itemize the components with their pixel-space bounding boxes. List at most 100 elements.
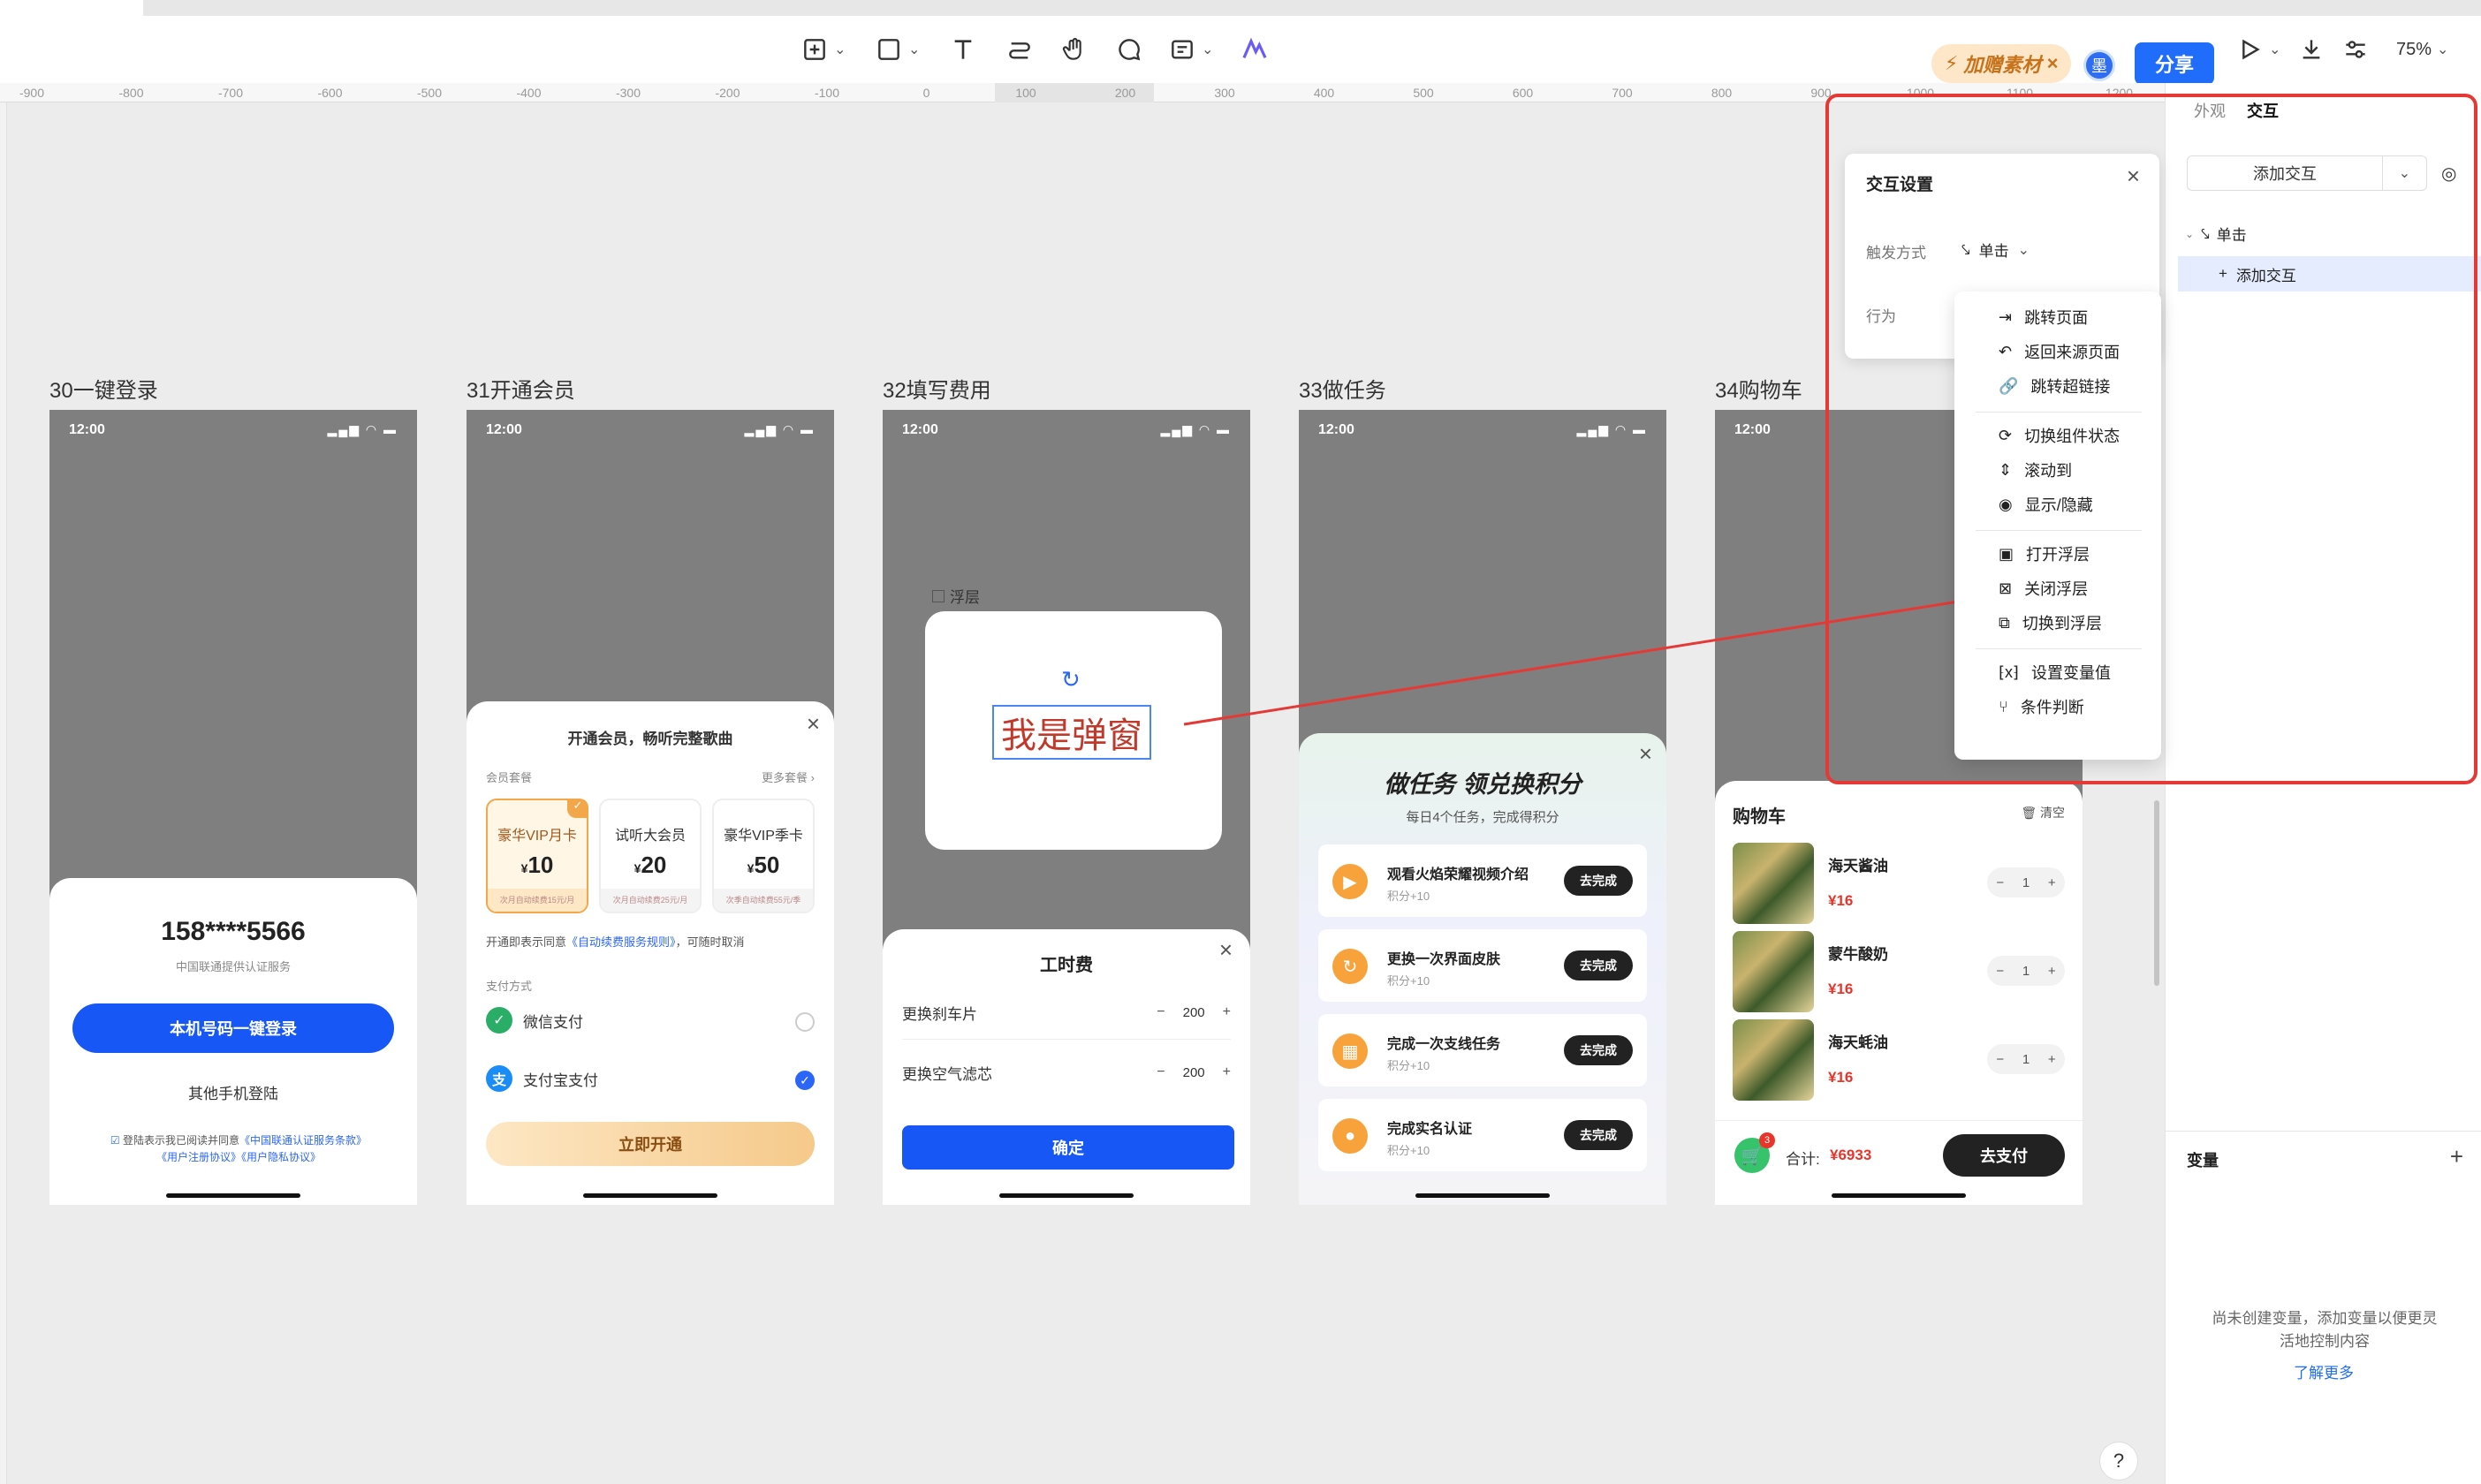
chevron-down-icon: ⌄	[2437, 42, 2449, 57]
task-item: ↻ 更换一次界面皮肤 积分+10 去完成	[1318, 929, 1647, 1002]
frame-32-fee[interactable]: 12:00 ▂▄▆ ◠ ▬ 浮层 ↻ 我是弹窗 工时费 × 更换刹车片 −200…	[883, 410, 1250, 1205]
task-item: ● 完成实名认证 积分+10 去完成	[1318, 1099, 1647, 1171]
cart-item: 海天蚝油 ¥16−1 +	[1733, 1019, 2065, 1101]
agreement-text: ☑ 登陆表示我已阅读并同意《中国联通认证服务条款》 《用户注册协议》《用户隐私协…	[110, 1134, 368, 1163]
refresh-icon: ↻	[1061, 666, 1081, 693]
selected-check-icon: ✓	[567, 799, 588, 818]
auth-provider: 中国联通提供认证服务	[175, 960, 291, 973]
popup-text-selected[interactable]: 我是弹窗	[992, 705, 1151, 760]
open-now-button[interactable]: 立即开通	[486, 1122, 815, 1166]
product-image	[1733, 1019, 1814, 1101]
quantity-stepper[interactable]: −200 +	[1157, 1004, 1231, 1020]
quantity-stepper[interactable]: −1 +	[1987, 1044, 2065, 1074]
plus-icon[interactable]: +	[1223, 1004, 1231, 1020]
chevron-down-icon: ⌄	[2269, 42, 2281, 57]
vip-card-quarterly[interactable]: 豪华VIP季卡 ¥50 次季自动续费55元/季	[712, 799, 815, 913]
download-button[interactable]	[2297, 34, 2325, 65]
frame-title-34[interactable]: 34购物车	[1715, 373, 1802, 404]
bonus-material-badge[interactable]: ⚡ 加赠素材 ×	[1931, 44, 2071, 83]
status-time: 12:00	[486, 422, 522, 437]
settings-button[interactable]	[2341, 34, 2370, 65]
calendar-icon: ▦	[1332, 1034, 1368, 1069]
status-icons: ▂▄▆ ◠ ▬	[1160, 422, 1231, 436]
status-time: 12:00	[69, 422, 105, 437]
alipay-radio[interactable]: ✓	[795, 1071, 815, 1090]
rectangle-icon	[878, 39, 899, 60]
canvas-scrollbar[interactable]	[2154, 800, 2159, 986]
one-click-login-button[interactable]: 本机号码一键登录	[72, 1003, 394, 1053]
pay-button[interactable]: 去支付	[1943, 1134, 2065, 1177]
auto-renew-rules-link[interactable]: 《自动续费服务规则》	[566, 935, 676, 949]
learn-more-link[interactable]: 了解更多	[2166, 1360, 2481, 1382]
quantity-stepper[interactable]: −200 +	[1157, 1064, 1231, 1080]
frame-title-33[interactable]: 33做任务	[1299, 373, 1386, 404]
close-icon[interactable]: ×	[807, 710, 820, 738]
refresh-icon: ↻	[1332, 949, 1368, 984]
vip-card-trial[interactable]: 试听大会员 ¥20 次月自动续费25元/月	[599, 799, 702, 913]
preview-button[interactable]: ⌄	[2235, 34, 2280, 65]
more-packages-link[interactable]: 更多套餐 ›	[762, 768, 815, 785]
comment-tool[interactable]	[1115, 34, 1143, 65]
popup-layer[interactable]: ↻ 我是弹窗	[925, 611, 1222, 850]
avatar[interactable]: 墨	[2083, 49, 2115, 81]
add-variable-icon[interactable]: +	[2450, 1143, 2463, 1170]
frame-31-membership[interactable]: 12:00 ▂▄▆ ◠ ▬ 开通会员，畅听完整歌曲 × 会员套餐 更多套餐 › …	[467, 410, 834, 1205]
frame-title-31[interactable]: 31开通会员	[467, 373, 575, 404]
clear-cart-button[interactable]: 🗑 清空	[2021, 804, 2065, 822]
terms-link[interactable]: 《中国联通认证服务条款》	[239, 1134, 367, 1147]
frame-33-tasks[interactable]: 12:00 ▂▄▆ ◠ ▬ 做任务 领兑换积分 每日4个任务，完成得积分 × ▶…	[1299, 410, 1666, 1205]
ruler-mark: -500	[416, 86, 443, 100]
help-button[interactable]: ?	[2099, 1442, 2138, 1480]
air-filter-row: 更换空气滤芯 −200 +	[902, 1064, 1231, 1083]
ruler-mark: -600	[317, 86, 343, 100]
quantity-stepper[interactable]: −1 +	[1987, 956, 2065, 986]
ruler-mark: -900	[19, 86, 45, 100]
minus-icon[interactable]: −	[1157, 1004, 1165, 1020]
frame-30-login[interactable]: 12:00 ▂▄▆ ◠ ▬ 158****5566 中国联通提供认证服务 本机号…	[49, 410, 417, 1205]
alipay-option[interactable]: 支支付宝支付	[486, 1065, 598, 1092]
checkbox-checked-icon[interactable]: ☑	[110, 1134, 120, 1147]
frame-title-32[interactable]: 32填写费用	[883, 373, 991, 404]
complete-task-button[interactable]: 去完成	[1564, 950, 1633, 980]
ruler-mark: 600	[1512, 86, 1534, 100]
quantity-stepper[interactable]: −1 +	[1987, 867, 2065, 897]
minus-icon[interactable]: −	[1157, 1064, 1165, 1080]
home-indicator	[1415, 1193, 1550, 1198]
task-item: ▦ 完成一次支线任务 积分+10 去完成	[1318, 1014, 1647, 1086]
layer-label[interactable]: 浮层	[932, 585, 980, 607]
close-icon[interactable]: ×	[1219, 936, 1233, 964]
share-button[interactable]: 分享	[2135, 42, 2214, 85]
complete-task-button[interactable]: 去完成	[1564, 1120, 1633, 1150]
variables-title: 变量	[2187, 1152, 2219, 1170]
complete-task-button[interactable]: 去完成	[1564, 866, 1633, 896]
wechat-pay-option[interactable]: ✓ 微信支付	[486, 1007, 583, 1034]
ruler-mark: -200	[715, 86, 740, 100]
cart-item: 蒙牛酸奶 ¥16−1 +	[1733, 931, 2065, 1012]
hand-tool[interactable]	[1060, 34, 1089, 65]
ai-tool[interactable]	[1240, 34, 1269, 65]
plus-icon[interactable]: +	[1223, 1064, 1231, 1080]
connector-tool[interactable]	[1005, 34, 1034, 65]
add-frame-tool[interactable]: ⌄	[800, 34, 846, 65]
text-tool[interactable]	[949, 34, 977, 65]
brake-pad-row: 更换刹车片 −200 +	[902, 1004, 1231, 1023]
package-label: 会员套餐	[486, 771, 533, 784]
status-time: 12:00	[1734, 422, 1771, 437]
download-icon	[2303, 40, 2320, 59]
wechat-radio[interactable]	[795, 1012, 815, 1032]
payment-label: 支付方式	[486, 980, 533, 993]
note-tool[interactable]: ⌄	[1168, 34, 1213, 65]
zoom-select[interactable]: 75% ⌄	[2396, 34, 2448, 65]
masked-phone: 158****5566	[161, 917, 306, 946]
close-icon[interactable]: ×	[1639, 740, 1652, 768]
complete-task-button[interactable]: 去完成	[1564, 1035, 1633, 1065]
privacy-link[interactable]: 《用户注册协议》《用户隐私协议》	[156, 1151, 321, 1163]
close-icon[interactable]: ×	[2046, 52, 2058, 75]
shape-tool[interactable]: ⌄	[875, 34, 920, 65]
confirm-button[interactable]: 确定	[902, 1125, 1234, 1170]
banner-title: 做任务 领兑换积分	[1384, 771, 1582, 798]
ruler-mark: 200	[1114, 86, 1136, 100]
frame-title-30[interactable]: 30一键登录	[49, 373, 158, 404]
other-phone-login[interactable]: 其他手机登陆	[49, 1081, 417, 1103]
vip-card-monthly[interactable]: 豪华VIP月卡 ¥10 次月自动续费15元/月 ✓	[486, 799, 588, 913]
